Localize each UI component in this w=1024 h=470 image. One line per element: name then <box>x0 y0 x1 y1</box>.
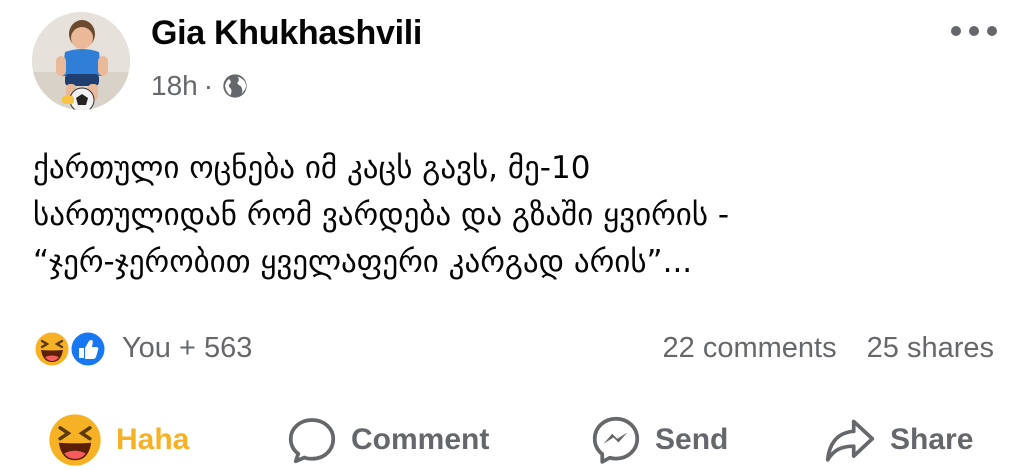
post-text-line: “ჯერ-ჯერობით ყველაფერი კარგად არის”... <box>33 244 693 280</box>
meta-separator: · <box>203 70 214 101</box>
comment-label: Comment <box>351 423 490 456</box>
like-reaction-icon <box>68 329 108 369</box>
haha-button[interactable]: Haha <box>48 410 189 470</box>
messenger-icon <box>592 416 640 464</box>
post-time[interactable]: 18h <box>151 70 198 102</box>
post-text-line: სართულიდან რომ ვარდება და გზაში ყვირის - <box>33 197 730 233</box>
haha-reaction-icon <box>49 414 101 466</box>
action-bar: Haha Comment Send Share <box>0 410 1024 470</box>
shares-count[interactable]: 25 shares <box>867 332 994 364</box>
profile-photo <box>32 12 130 110</box>
share-icon <box>825 419 875 462</box>
send-label: Send <box>655 423 729 456</box>
engagement-counts: 22 comments 25 shares <box>663 329 995 367</box>
haha-label: Haha <box>116 423 190 456</box>
post-body: ქართული ოცნება იმ კაცს გავს, მე-10 სართუ… <box>33 145 1003 286</box>
share-label: Share <box>890 423 974 456</box>
post-meta: 18h · <box>151 68 249 104</box>
comments-count[interactable]: 22 comments <box>663 332 837 364</box>
comment-button[interactable]: Comment <box>287 410 489 470</box>
globe-icon[interactable] <box>221 72 249 100</box>
send-button[interactable]: Send <box>591 410 728 470</box>
author-name[interactable]: Gia Khukhashvili <box>151 14 422 53</box>
avatar[interactable] <box>32 12 130 110</box>
post-text-line: ქართული ოცნება იმ კაცს გავს, მე-10 <box>33 150 591 186</box>
reaction-summary[interactable] <box>32 329 112 369</box>
more-options-icon[interactable] <box>946 18 1002 44</box>
post-stats: You + 563 22 comments 25 shares <box>32 325 994 371</box>
reactions-count[interactable]: You + 563 <box>122 329 252 367</box>
haha-reaction-icon <box>32 329 72 369</box>
share-button[interactable]: Share <box>824 410 973 470</box>
comment-icon <box>288 418 336 464</box>
